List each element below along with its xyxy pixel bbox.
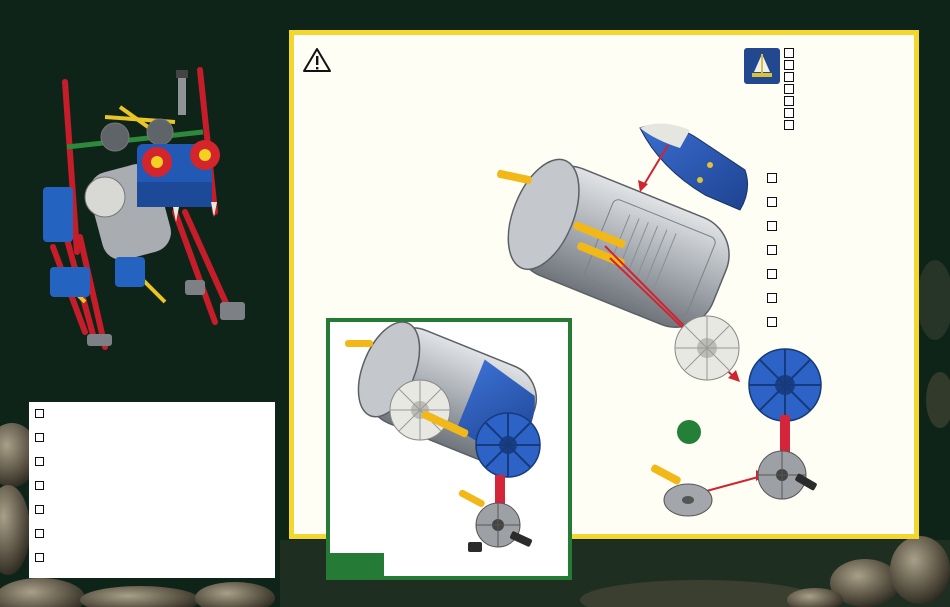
instruction-page: [0, 0, 950, 607]
detail-inset-illustration: [345, 321, 541, 552]
step-marker: [677, 420, 701, 444]
